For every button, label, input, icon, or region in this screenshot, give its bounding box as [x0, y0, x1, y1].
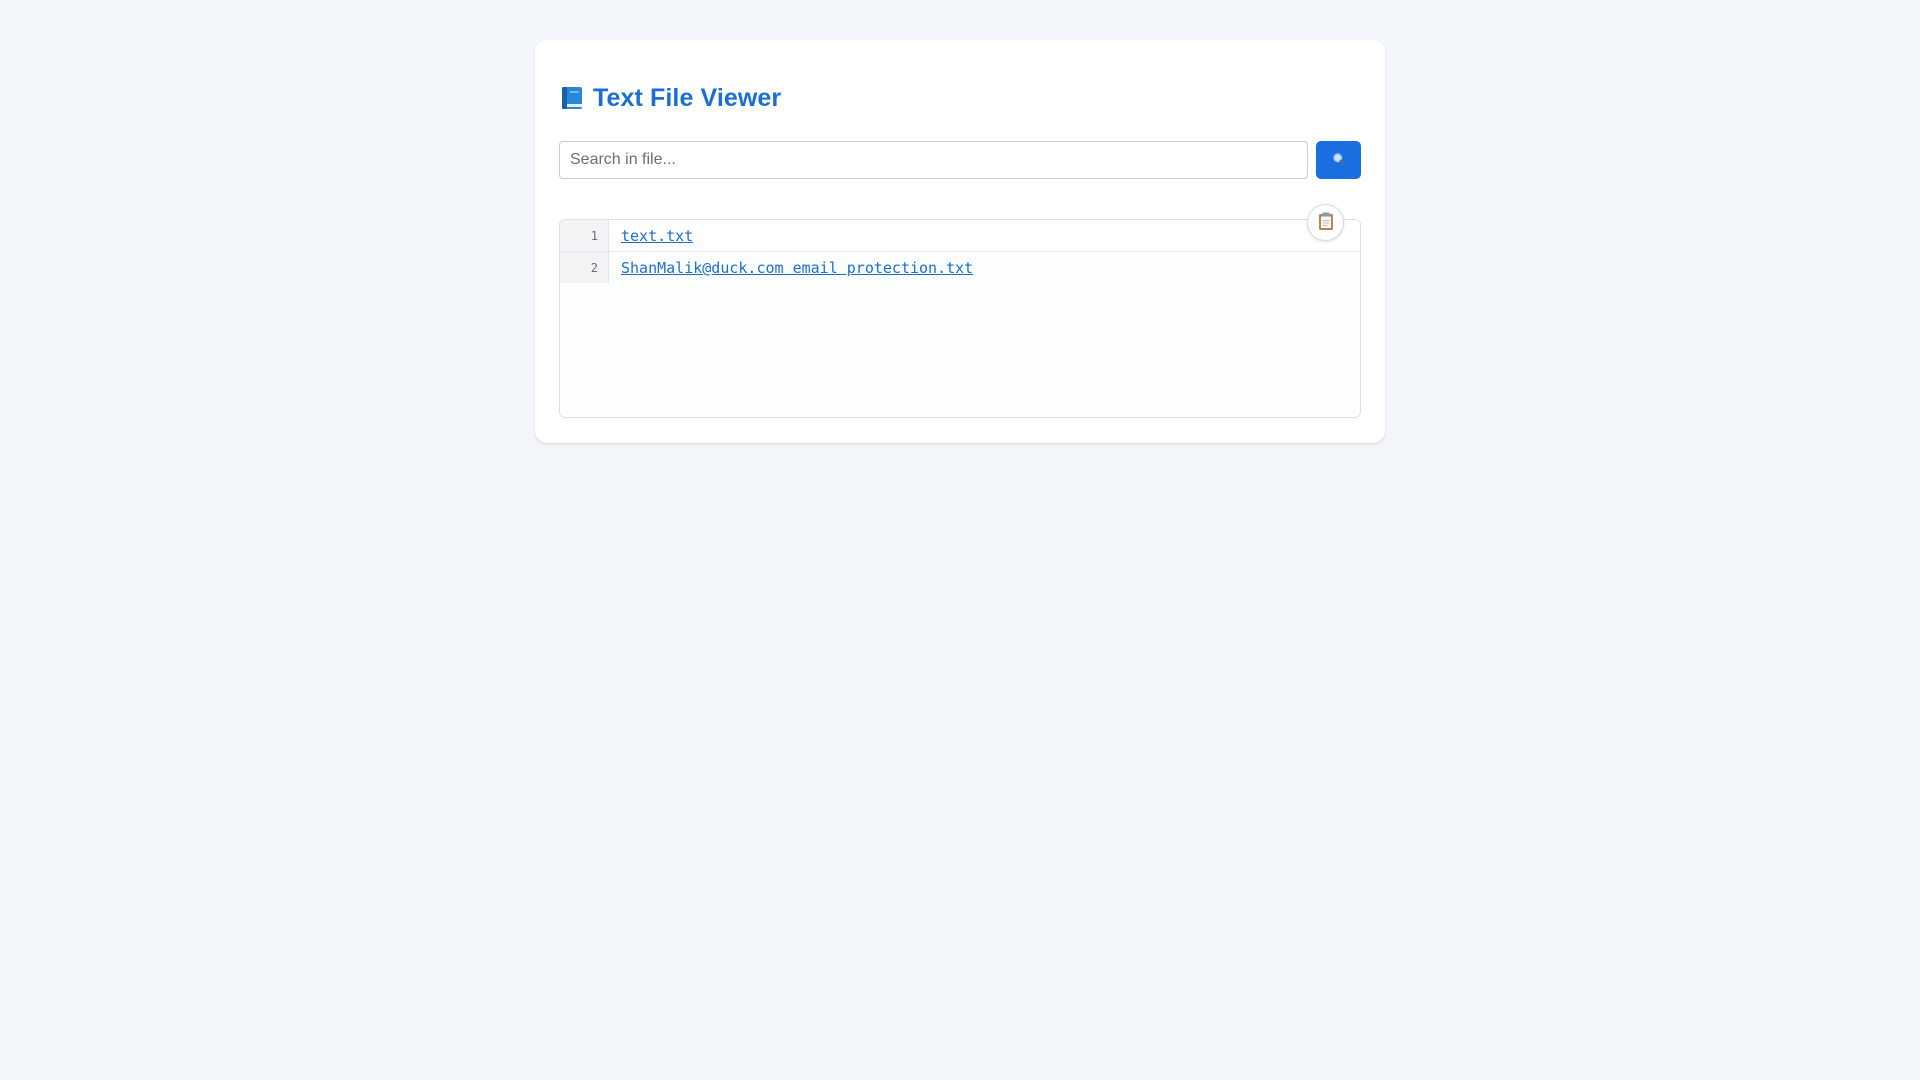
line-number: 2: [560, 252, 609, 283]
file-link[interactable]: ShanMalik@duck.com email protection.txt: [621, 259, 973, 277]
line-content: ShanMalik@duck.com email protection.txt: [609, 252, 973, 283]
code-line: 1 text.txt: [560, 220, 1360, 252]
file-content: 1 text.txt 2 ShanMalik@duck.com email pr…: [559, 219, 1361, 418]
magnifier-icon: [1332, 152, 1346, 169]
search-input[interactable]: [559, 141, 1308, 179]
viewer-card: Text File Viewer 1 text.txt 2 ShanMalik@…: [535, 40, 1385, 443]
copy-button[interactable]: [1307, 204, 1344, 241]
line-number: 1: [560, 220, 609, 251]
line-content: text.txt: [609, 220, 693, 251]
header: Text File Viewer: [559, 82, 781, 114]
code-line: 2 ShanMalik@duck.com email protection.tx…: [560, 252, 1360, 283]
clipboard-icon: [1316, 211, 1336, 234]
book-icon: [559, 85, 585, 111]
search-button[interactable]: [1316, 141, 1361, 179]
page-title: Text File Viewer: [593, 83, 782, 112]
file-link[interactable]: text.txt: [621, 227, 693, 245]
